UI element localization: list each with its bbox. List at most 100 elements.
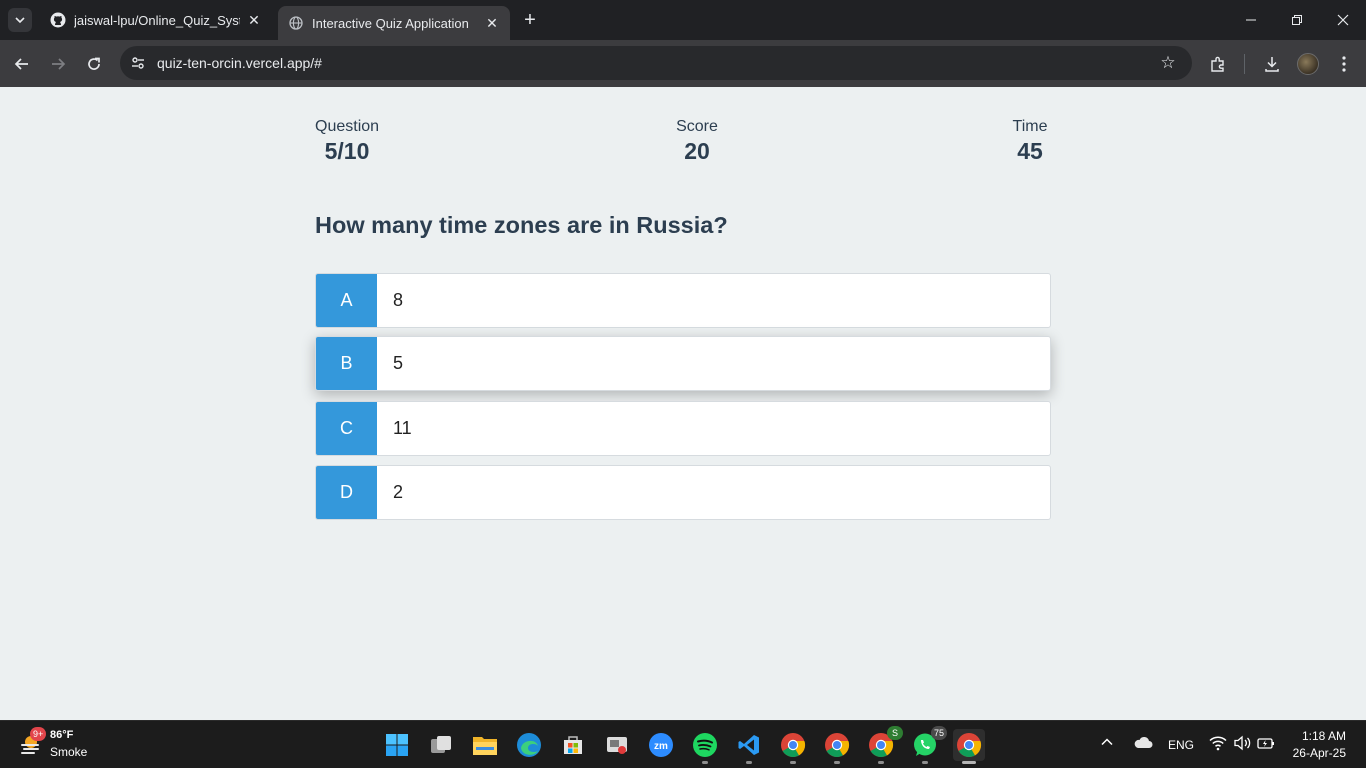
- score-counter: Score 20: [667, 118, 727, 165]
- tab-github[interactable]: jaiswal-lpu/Online_Quiz_System ✕: [40, 6, 272, 34]
- close-icon[interactable]: ✕: [484, 15, 500, 31]
- tab-strip: jaiswal-lpu/Online_Quiz_System ✕ Interac…: [0, 0, 1366, 40]
- score-label: Score: [676, 118, 718, 135]
- chevron-down-icon: [15, 17, 25, 24]
- download-icon[interactable]: [1260, 52, 1284, 76]
- notification-badge: 9+: [30, 727, 47, 741]
- question-text: How many time zones are in Russia?: [315, 212, 728, 238]
- language-indicator[interactable]: ENG: [1168, 738, 1194, 752]
- close-icon[interactable]: ✕: [246, 12, 262, 28]
- tune-icon: [132, 57, 144, 69]
- question-counter: Question 5/10: [315, 118, 379, 165]
- question-value: 5/10: [324, 138, 370, 164]
- score-value: 20: [684, 138, 710, 164]
- address-bar[interactable]: quiz-ten-orcin.vercel.app/# ☆: [120, 46, 1192, 80]
- quiz-stats: Question 5/10 Score 20 Time 45: [315, 118, 1051, 168]
- spotify-icon: [693, 733, 717, 757]
- running-indicator: [922, 761, 928, 764]
- weather-temperature: 86°F: [50, 729, 74, 741]
- option-letter: C: [316, 402, 377, 455]
- option-text: 5: [393, 353, 404, 373]
- chrome-button-3[interactable]: S: [865, 726, 903, 764]
- profile-avatar[interactable]: [1297, 53, 1319, 75]
- snipping-tool-button[interactable]: [601, 729, 633, 761]
- tab-title: jaiswal-lpu/Online_Quiz_System: [74, 12, 240, 28]
- url-text[interactable]: quiz-ten-orcin.vercel.app/#: [157, 55, 322, 71]
- forward-arrow-icon: [52, 58, 66, 70]
- chevron-up-icon: [1101, 738, 1113, 746]
- file-explorer-icon: [473, 737, 497, 755]
- site-info-button[interactable]: [126, 51, 150, 75]
- profile-badge: S: [887, 726, 903, 740]
- volume-button[interactable]: [1233, 735, 1251, 751]
- minimize-button[interactable]: [1237, 6, 1265, 34]
- network-button[interactable]: [1209, 735, 1227, 751]
- reload-button[interactable]: [80, 50, 108, 78]
- chrome-icon: [781, 733, 806, 758]
- back-button[interactable]: [8, 50, 36, 78]
- new-tab-button[interactable]: +: [518, 8, 542, 32]
- whatsapp-button[interactable]: 75: [909, 726, 947, 764]
- option-letter: B: [316, 337, 377, 390]
- minimize-icon: [1246, 19, 1256, 21]
- speaker-icon: [1234, 735, 1251, 751]
- clock-time: 1:18 AM: [1301, 729, 1346, 743]
- running-indicator: [790, 761, 796, 764]
- back-arrow-icon: [14, 58, 28, 70]
- close-icon: [1337, 14, 1349, 26]
- reload-icon: [88, 57, 100, 70]
- file-explorer-button[interactable]: [469, 729, 501, 761]
- toolbar-divider: [1244, 54, 1245, 74]
- option-letter: D: [316, 466, 377, 519]
- vscode-icon: [738, 735, 759, 755]
- cloud-icon: [1134, 736, 1153, 748]
- more-menu-icon[interactable]: [1332, 52, 1356, 76]
- option-d[interactable]: D 2: [315, 465, 1051, 520]
- start-button[interactable]: [381, 729, 413, 761]
- restore-icon: [1292, 15, 1302, 25]
- chrome-button-2[interactable]: [821, 729, 853, 764]
- forward-button[interactable]: [44, 50, 72, 78]
- battery-charging-icon: [1257, 738, 1274, 749]
- task-view-button[interactable]: [425, 729, 457, 761]
- running-indicator: [834, 761, 840, 764]
- close-window-button[interactable]: [1329, 6, 1357, 34]
- running-indicator: [746, 761, 752, 764]
- chrome-button-1[interactable]: [777, 729, 809, 764]
- option-text: 11: [393, 418, 412, 438]
- wifi-icon: [1209, 736, 1227, 751]
- clock-date: 26-Apr-25: [1292, 746, 1346, 760]
- onedrive-button[interactable]: [1133, 735, 1153, 749]
- option-letter: A: [316, 274, 377, 327]
- microsoft-store-button[interactable]: [557, 729, 589, 761]
- time-value: 45: [1017, 138, 1043, 164]
- question-label: Question: [315, 118, 380, 135]
- edge-icon: [517, 733, 541, 757]
- snipping-tool-icon: [607, 737, 627, 754]
- running-indicator: [878, 761, 884, 764]
- restore-button[interactable]: [1283, 6, 1311, 34]
- tab-quiz-app[interactable]: Interactive Quiz Application ✕: [278, 6, 510, 40]
- option-c[interactable]: C 11: [315, 401, 1051, 456]
- option-text: 8: [393, 290, 404, 310]
- bookmark-star-icon[interactable]: ☆: [1158, 53, 1178, 73]
- show-hidden-icons-button[interactable]: [1100, 735, 1114, 749]
- weather-description: Smoke: [50, 745, 88, 759]
- tab-title: Interactive Quiz Application: [312, 15, 469, 31]
- globe-icon: [288, 15, 304, 31]
- running-indicator: [962, 761, 976, 764]
- unread-count-badge: 75: [930, 726, 947, 740]
- battery-button[interactable]: [1257, 735, 1275, 751]
- spotify-button[interactable]: [689, 729, 721, 764]
- tab-search-button[interactable]: [8, 8, 32, 32]
- github-icon: [50, 12, 66, 28]
- zoom-button[interactable]: zm: [645, 729, 677, 761]
- option-b[interactable]: B 5: [315, 336, 1051, 391]
- extensions-icon[interactable]: [1206, 52, 1230, 76]
- edge-button[interactable]: [513, 729, 545, 761]
- chrome-button-active[interactable]: [953, 729, 985, 764]
- vscode-button[interactable]: [733, 729, 765, 764]
- option-a[interactable]: A 8: [315, 273, 1051, 328]
- taskbar: 9+ 86°F Smoke zm S 75 ENG 1:18 AM 26-Apr…: [0, 720, 1366, 768]
- chrome-icon: [825, 733, 850, 758]
